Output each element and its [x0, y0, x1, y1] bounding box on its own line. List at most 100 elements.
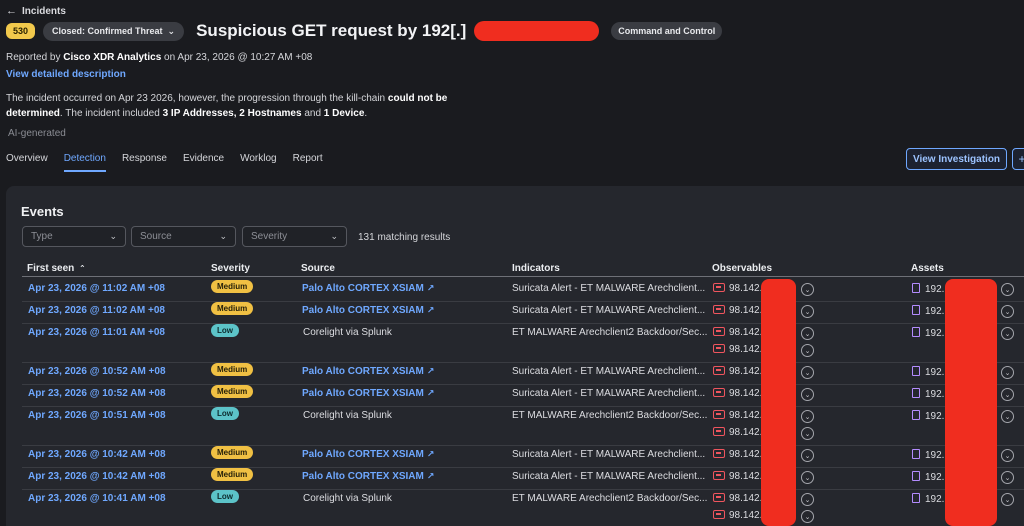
source-link[interactable]: Palo Alto CORTEX XSIAM ↗ — [302, 388, 434, 399]
more-actions-button[interactable]: + — [1012, 148, 1024, 170]
expand-observable-icon[interactable]: ⌄ — [801, 366, 814, 379]
source-filter-dropdown[interactable]: Source ⌄ — [131, 226, 236, 247]
observable-item[interactable]: 98.142. — [713, 427, 762, 438]
asset-item[interactable]: 192. — [912, 388, 944, 400]
back-label: Incidents — [22, 5, 66, 17]
event-first-seen-link[interactable]: Apr 23, 2026 @ 11:02 AM +08 — [28, 305, 165, 316]
observable-item[interactable]: 98.142. — [713, 305, 762, 316]
observable-item[interactable]: 98.142. — [713, 510, 762, 521]
observable-item[interactable]: 98.142. — [713, 471, 762, 482]
priority-score-badge: 530 — [6, 23, 36, 39]
external-link-icon: ↗ — [426, 449, 435, 459]
expand-asset-icon[interactable]: ⌄ — [1001, 388, 1014, 401]
column-label: First seen — [27, 263, 75, 274]
expand-asset-icon[interactable]: ⌄ — [1001, 327, 1014, 340]
expand-observable-icon[interactable]: ⌄ — [801, 388, 814, 401]
event-first-seen-link[interactable]: Apr 23, 2026 @ 10:52 AM +08 — [28, 388, 166, 399]
observable-item[interactable]: 98.142. — [713, 388, 762, 399]
column-header-first-seen[interactable]: First seen ⌃ — [27, 263, 86, 274]
device-icon — [912, 305, 920, 315]
event-first-seen-link[interactable]: Apr 23, 2026 @ 10:41 AM +08 — [28, 493, 166, 504]
event-first-seen-link[interactable]: Apr 23, 2026 @ 11:01 AM +08 — [28, 327, 165, 338]
asset-item[interactable]: 192. — [912, 327, 944, 339]
observable-item[interactable]: 98.142. — [713, 344, 762, 355]
event-first-seen-link[interactable]: Apr 23, 2026 @ 11:02 AM +08 — [28, 283, 165, 294]
source-filter-label: Source — [140, 231, 172, 242]
reporter-name: Cisco XDR Analytics — [63, 52, 162, 63]
indicator-text: Suricata Alert - ET MALWARE Arechclient.… — [512, 305, 706, 316]
expand-asset-icon[interactable]: ⌄ — [1001, 471, 1014, 484]
expand-observable-icon[interactable]: ⌄ — [801, 305, 814, 318]
ip-address-icon — [713, 427, 725, 436]
type-filter-label: Type — [31, 231, 53, 242]
tab-response[interactable]: Response — [122, 153, 167, 172]
asset-value: 192. — [925, 494, 945, 505]
asset-item[interactable]: 192. — [912, 471, 944, 483]
column-header-indicators: Indicators — [512, 263, 560, 274]
tab-report[interactable]: Report — [293, 153, 323, 172]
source-link[interactable]: Palo Alto CORTEX XSIAM ↗ — [302, 366, 434, 377]
ai-generated-label: AI-generated — [8, 128, 66, 139]
status-dropdown[interactable]: Closed: Confirmed Threat ⌄ — [43, 21, 185, 41]
event-first-seen-link[interactable]: Apr 23, 2026 @ 10:52 AM +08 — [28, 366, 166, 377]
source-label: Corelight via Splunk — [303, 410, 392, 421]
external-link-icon: ↗ — [426, 305, 435, 315]
asset-item[interactable]: 192. — [912, 449, 944, 461]
asset-item[interactable]: 192. — [912, 410, 944, 422]
summary-emphasis: 1 Device — [323, 108, 365, 119]
tab-evidence[interactable]: Evidence — [183, 153, 224, 172]
asset-item[interactable]: 192. — [912, 493, 944, 505]
indicator-text: Suricata Alert - ET MALWARE Arechclient.… — [512, 366, 706, 377]
ip-address-icon — [713, 283, 725, 292]
ip-address-icon — [713, 410, 725, 419]
event-first-seen-link[interactable]: Apr 23, 2026 @ 10:51 AM +08 — [28, 410, 166, 421]
back-to-incidents-link[interactable]: ← Incidents — [6, 5, 66, 17]
tab-overview[interactable]: Overview — [6, 153, 48, 172]
expand-observable-icon[interactable]: ⌄ — [801, 410, 814, 423]
source-label: Palo Alto CORTEX XSIAM — [302, 388, 424, 399]
observable-item[interactable]: 98.142. — [713, 366, 762, 377]
indicator-text: Suricata Alert - ET MALWARE Arechclient.… — [512, 449, 706, 460]
observable-item[interactable]: 98.142. — [713, 449, 762, 460]
expand-observable-icon[interactable]: ⌄ — [801, 449, 814, 462]
observable-item[interactable]: 98.142. — [713, 327, 762, 338]
event-first-seen-link[interactable]: Apr 23, 2026 @ 10:42 AM +08 — [28, 449, 166, 460]
asset-item[interactable]: 192. — [912, 366, 944, 378]
view-detailed-description-link[interactable]: View detailed description — [6, 69, 126, 80]
observable-item[interactable]: 98.142. — [713, 493, 762, 504]
severity-filter-dropdown[interactable]: Severity ⌄ — [242, 226, 347, 247]
device-icon — [912, 327, 920, 337]
expand-asset-icon[interactable]: ⌄ — [1001, 449, 1014, 462]
event-first-seen-link[interactable]: Apr 23, 2026 @ 10:42 AM +08 — [28, 471, 166, 482]
expand-asset-icon[interactable]: ⌄ — [1001, 305, 1014, 318]
expand-asset-icon[interactable]: ⌄ — [1001, 366, 1014, 379]
expand-asset-icon[interactable]: ⌄ — [1001, 283, 1014, 296]
tab-detection[interactable]: Detection — [63, 153, 106, 172]
source-link[interactable]: Palo Alto CORTEX XSIAM ↗ — [302, 471, 434, 482]
redaction-mark — [474, 21, 600, 41]
chevron-down-icon: ⌄ — [167, 25, 176, 36]
tab-worklog[interactable]: Worklog — [240, 153, 277, 172]
expand-observable-icon[interactable]: ⌄ — [801, 427, 814, 440]
observable-item[interactable]: 98.142. — [713, 410, 762, 421]
source-link[interactable]: Palo Alto CORTEX XSIAM ↗ — [302, 449, 434, 460]
severity-badge-cell: Low — [211, 490, 239, 503]
expand-observable-icon[interactable]: ⌄ — [801, 283, 814, 296]
expand-observable-icon[interactable]: ⌄ — [801, 493, 814, 506]
expand-observable-icon[interactable]: ⌄ — [801, 471, 814, 484]
type-filter-dropdown[interactable]: Type ⌄ — [22, 226, 126, 247]
asset-item[interactable]: 192. — [912, 305, 944, 317]
expand-asset-icon[interactable]: ⌄ — [1001, 493, 1014, 506]
summary-text: The incident occurred on Apr 23 2026, ho… — [6, 93, 386, 104]
expand-observable-icon[interactable]: ⌄ — [801, 344, 814, 357]
source-link[interactable]: Palo Alto CORTEX XSIAM ↗ — [302, 283, 434, 294]
column-header-severity: Severity — [211, 263, 250, 274]
expand-observable-icon[interactable]: ⌄ — [801, 510, 814, 523]
source-link[interactable]: Palo Alto CORTEX XSIAM ↗ — [302, 305, 434, 316]
expand-observable-icon[interactable]: ⌄ — [801, 327, 814, 340]
observable-item[interactable]: 98.142. — [713, 283, 762, 294]
asset-item[interactable]: 192. — [912, 283, 944, 295]
view-investigation-button[interactable]: View Investigation — [906, 148, 1007, 170]
expand-asset-icon[interactable]: ⌄ — [1001, 410, 1014, 423]
ip-address-icon — [713, 388, 725, 397]
